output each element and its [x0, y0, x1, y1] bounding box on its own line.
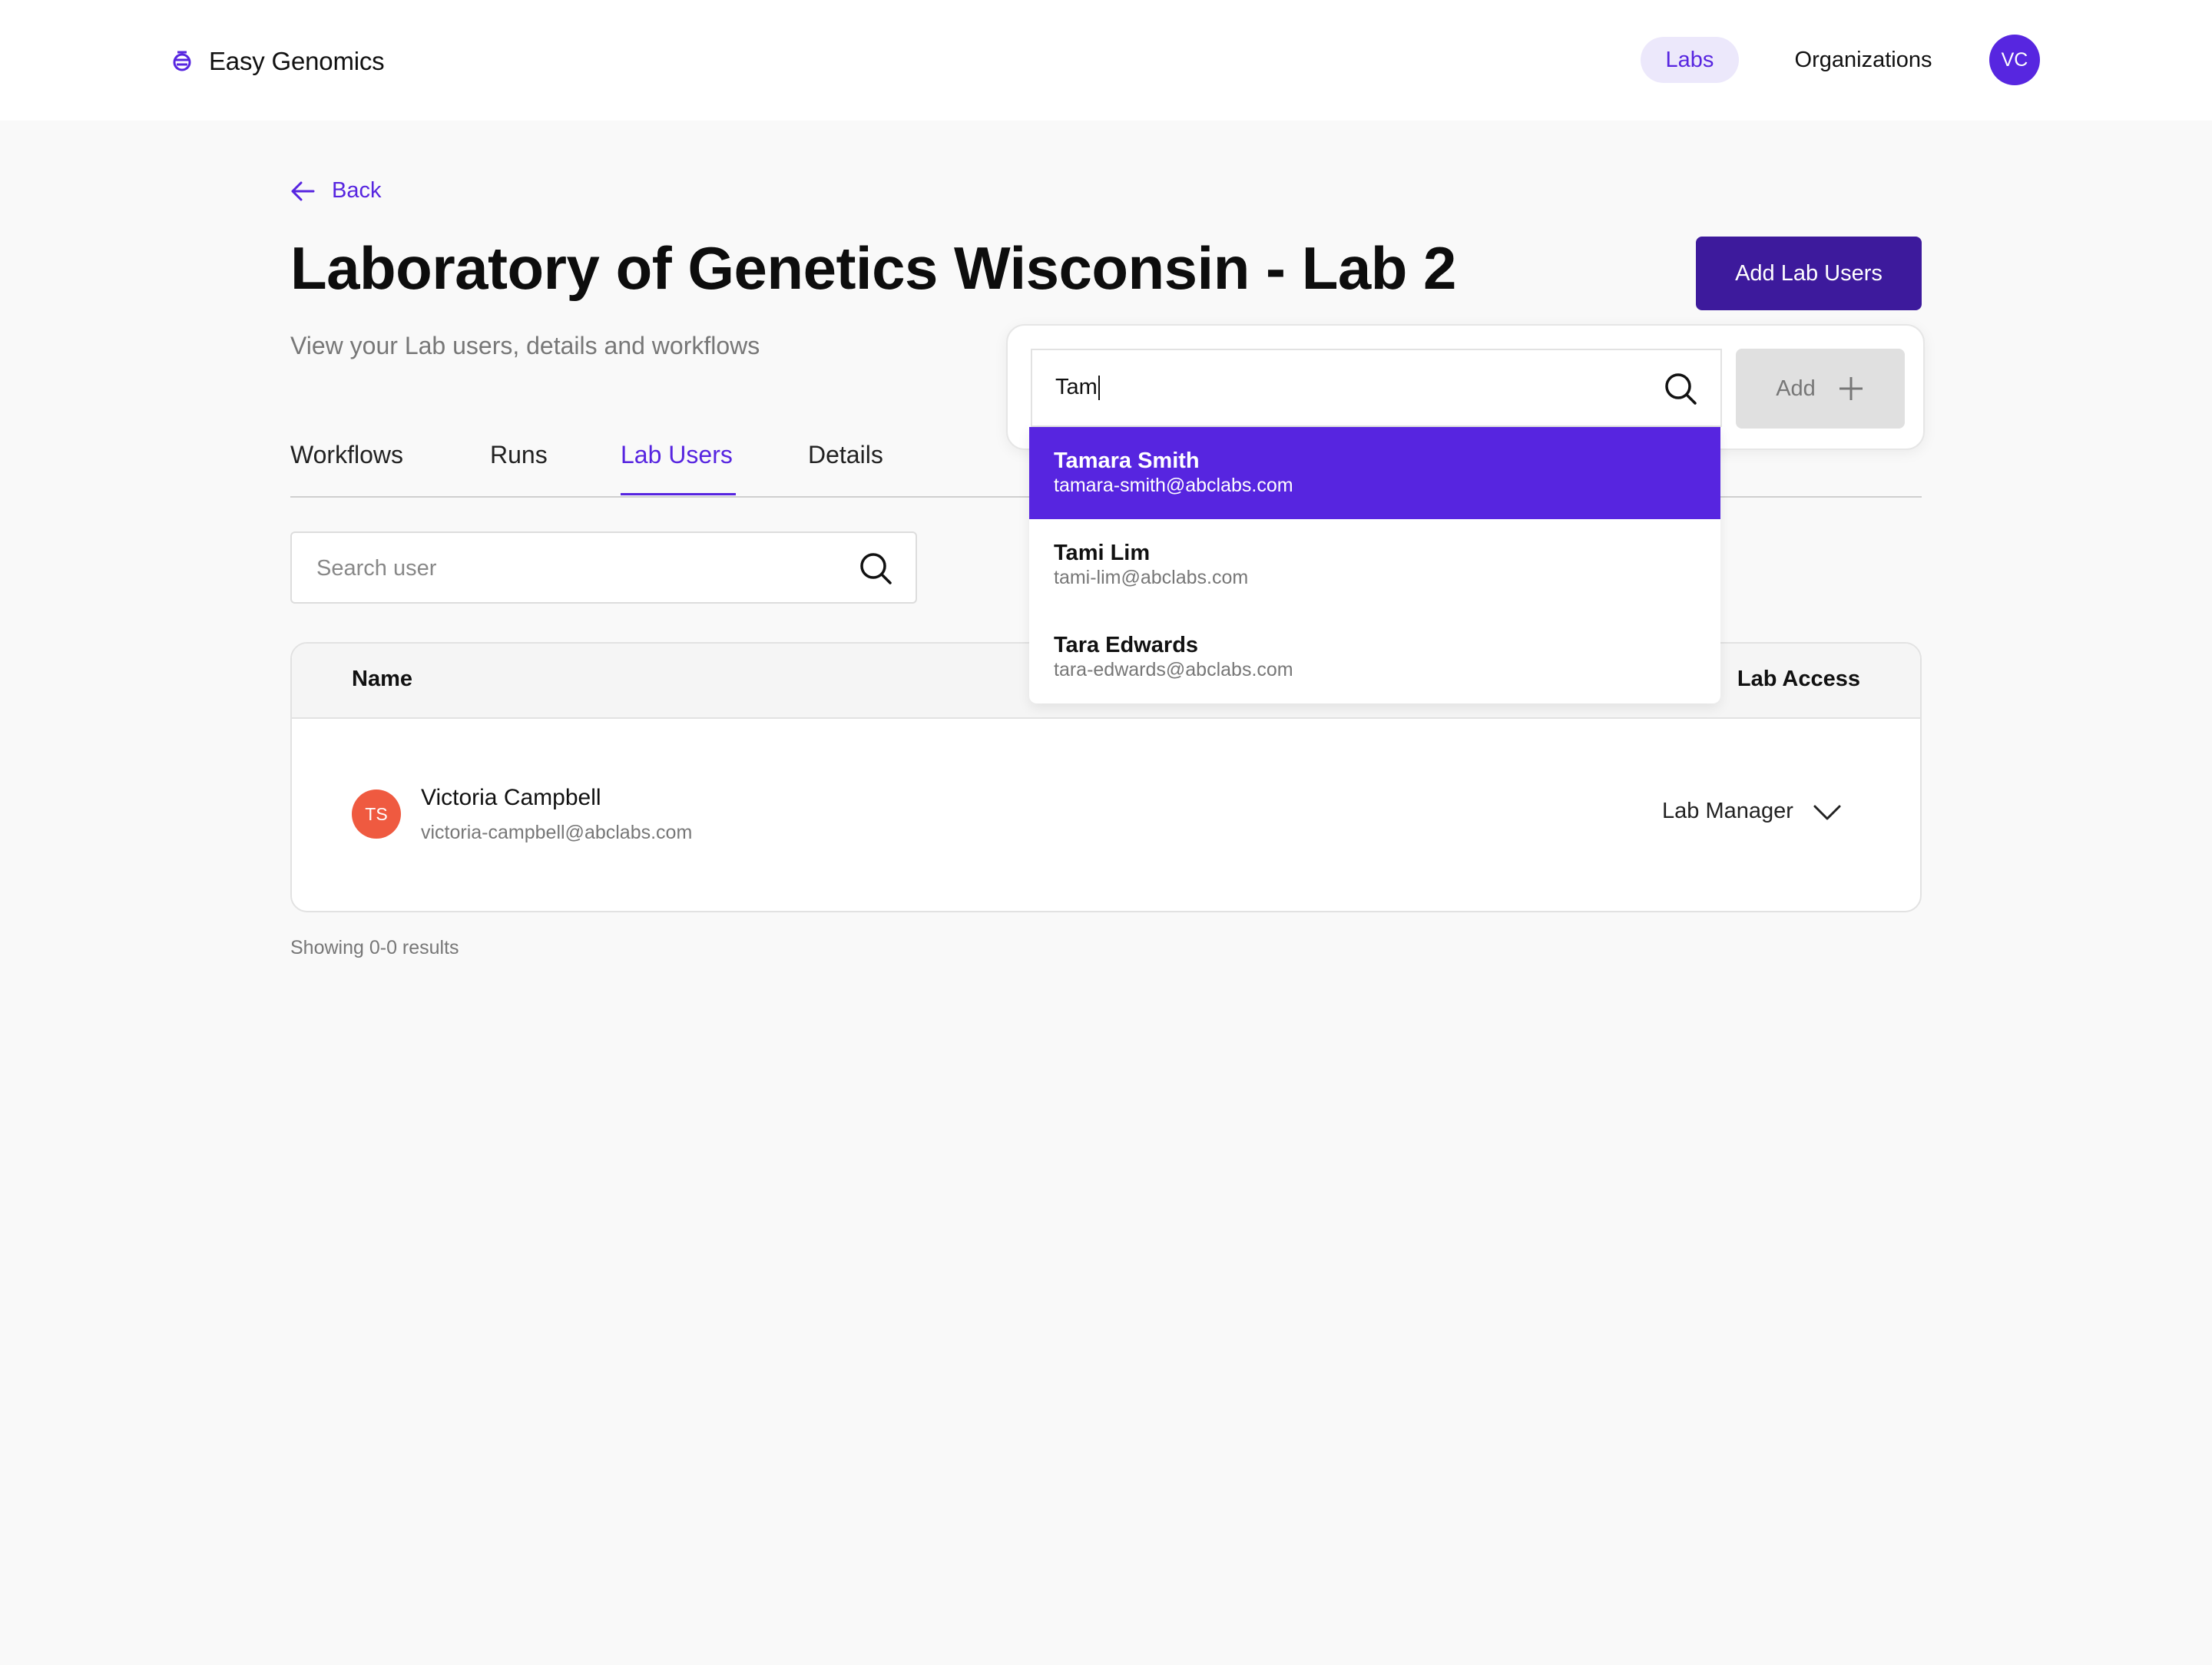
user-name: Victoria Campbell: [421, 785, 601, 810]
tab-details[interactable]: Details: [808, 441, 883, 469]
suggestion-name: Tara Edwards: [1054, 633, 1199, 657]
nav-labs-link[interactable]: Labs: [1641, 37, 1739, 83]
results-count: Showing 0-0 results: [290, 937, 459, 958]
top-navbar: Easy Genomics Labs Organizations VC: [0, 0, 2212, 121]
add-user-search-input[interactable]: Tam: [1055, 375, 1100, 401]
brand[interactable]: Easy Genomics: [171, 43, 385, 80]
suggestion-email: tamara-smith@abclabs.com: [1054, 475, 1293, 496]
avatar: TS: [352, 789, 401, 839]
suggestion-option[interactable]: Tara Edwards tara-edwards@abclabs.com: [1029, 611, 1720, 703]
suggestion-option[interactable]: Tami Lim tami-lim@abclabs.com: [1029, 519, 1720, 611]
suggestion-email: tami-lim@abclabs.com: [1054, 567, 1249, 588]
user-suggestions-dropdown: Tamara Smith tamara-smith@abclabs.com Ta…: [1029, 427, 1720, 703]
add-button-label: Add: [1776, 376, 1816, 401]
brand-name: Easy Genomics: [209, 47, 385, 75]
back-label: Back: [332, 178, 382, 203]
tab-lab-users[interactable]: Lab Users: [621, 441, 733, 469]
tab-runs[interactable]: Runs: [490, 441, 548, 469]
active-tab-indicator: [621, 493, 736, 495]
lab-access-select[interactable]: Lab Manager: [1662, 799, 1793, 824]
suggestion-name: Tamara Smith: [1054, 449, 1200, 473]
page-title: Laboratory of Genetics Wisconsin - Lab 2: [290, 234, 1456, 302]
add-lab-users-button[interactable]: Add Lab Users: [1696, 237, 1922, 310]
column-header-lab-access[interactable]: Lab Access: [1737, 667, 1860, 692]
column-header-name[interactable]: Name: [352, 667, 412, 692]
arrow-left-icon: [291, 181, 315, 200]
back-link[interactable]: Back: [290, 178, 381, 204]
add-user-search-value: Tam: [1055, 375, 1098, 399]
genomics-logo-icon: [173, 51, 191, 71]
suggestion-name: Tami Lim: [1054, 541, 1151, 565]
text-caret: [1098, 376, 1100, 401]
search-icon[interactable]: [1664, 372, 1697, 405]
user-email: victoria-campbell@abclabs.com: [421, 822, 693, 843]
search-user-input[interactable]: [315, 533, 840, 604]
nav-organizations-link[interactable]: Organizations: [1779, 37, 1948, 83]
suggestion-option[interactable]: Tamara Smith tamara-smith@abclabs.com: [1029, 427, 1720, 519]
plus-icon: [1839, 377, 1863, 400]
user-avatar[interactable]: VC: [1989, 35, 2040, 85]
chevron-down-icon[interactable]: [1813, 803, 1842, 822]
search-icon[interactable]: [859, 551, 892, 585]
search-user-field[interactable]: [290, 531, 917, 604]
add-button[interactable]: Add: [1736, 349, 1905, 429]
tab-workflows[interactable]: Workflows: [290, 441, 403, 469]
suggestion-email: tara-edwards@abclabs.com: [1054, 659, 1293, 680]
add-user-search-field[interactable]: Tam: [1031, 349, 1722, 427]
page-subtitle: View your Lab users, details and workflo…: [290, 332, 760, 359]
